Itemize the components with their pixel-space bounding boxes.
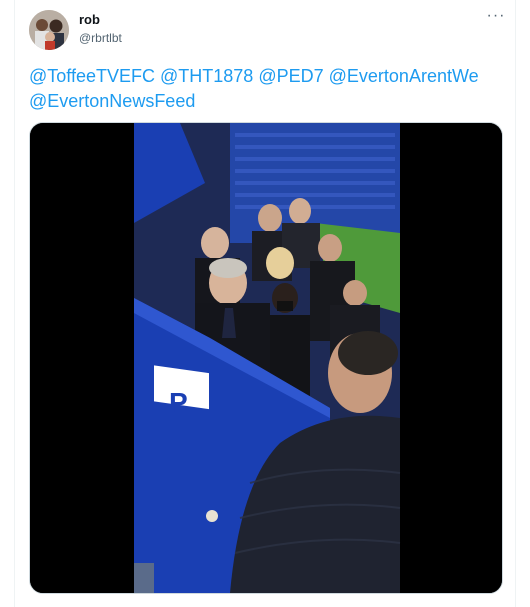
avatar[interactable] (29, 10, 69, 50)
display-name[interactable]: rob (79, 12, 100, 27)
mention-link[interactable]: @EvertonArentWe (329, 66, 479, 86)
more-dots-icon[interactable]: ··· (486, 8, 506, 24)
video-player[interactable]: P (29, 122, 503, 594)
tweet-card: rob @rbrtlbt ··· @ToffeeTVEFC @THT1878 @… (14, 0, 516, 607)
mention-link[interactable]: @THT1878 (160, 66, 253, 86)
mention-link[interactable]: @EvertonNewsFeed (29, 91, 195, 111)
user-handle[interactable]: @rbrtlbt (79, 31, 122, 45)
avatar-image (29, 10, 69, 50)
tweet-text: @ToffeeTVEFC @THT1878 @PED7 @EvertonAren… (29, 64, 509, 114)
mention-link[interactable]: @ToffeeTVEFC (29, 66, 155, 86)
mention-link[interactable]: @PED7 (258, 66, 323, 86)
sign-text: P (169, 387, 188, 418)
video-frame: P (30, 123, 502, 593)
